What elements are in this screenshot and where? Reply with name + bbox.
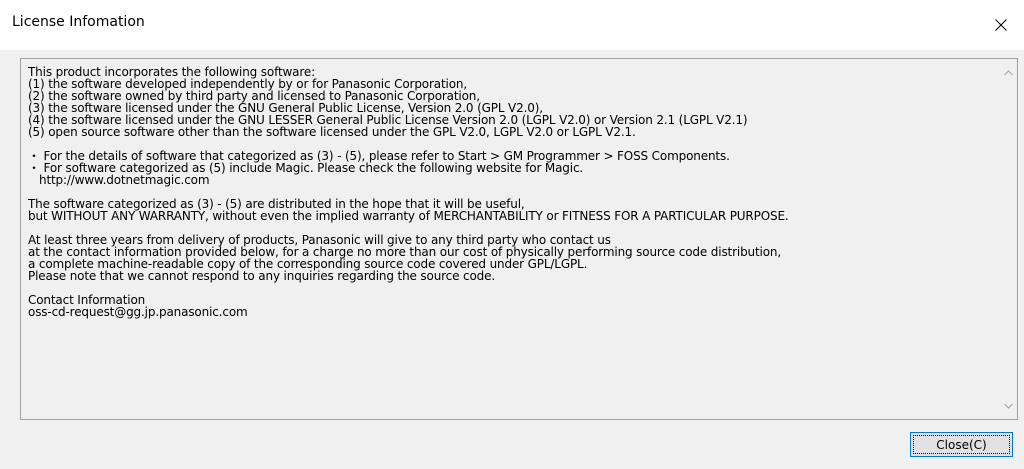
vertical-scrollbar[interactable] (1000, 59, 1017, 419)
text-line: oss-cd-request@gg.jp.panasonic.com (28, 305, 248, 319)
title-bar[interactable]: License Infomation (0, 0, 1024, 50)
chevron-down-icon[interactable] (1000, 397, 1017, 414)
text-line: http://www.dotnetmagic.com (28, 173, 210, 187)
window-title: License Infomation (12, 14, 145, 30)
text-line: Please note that we cannot respond to an… (28, 269, 496, 283)
text-line: but WITHOUT ANY WARRANTY, without even t… (28, 209, 789, 223)
license-text: This product incorporates the following … (28, 66, 996, 318)
license-dialog: License Infomation This product incorpor… (0, 0, 1024, 469)
license-text-box[interactable]: This product incorporates the following … (20, 58, 1018, 420)
close-button-label: Close(C) (936, 437, 987, 452)
close-icon[interactable] (978, 0, 1024, 50)
close-button[interactable]: Close(C) (910, 432, 1013, 457)
text-line: (5) open source software other than the … (28, 125, 636, 139)
chevron-up-icon[interactable] (1000, 64, 1017, 81)
